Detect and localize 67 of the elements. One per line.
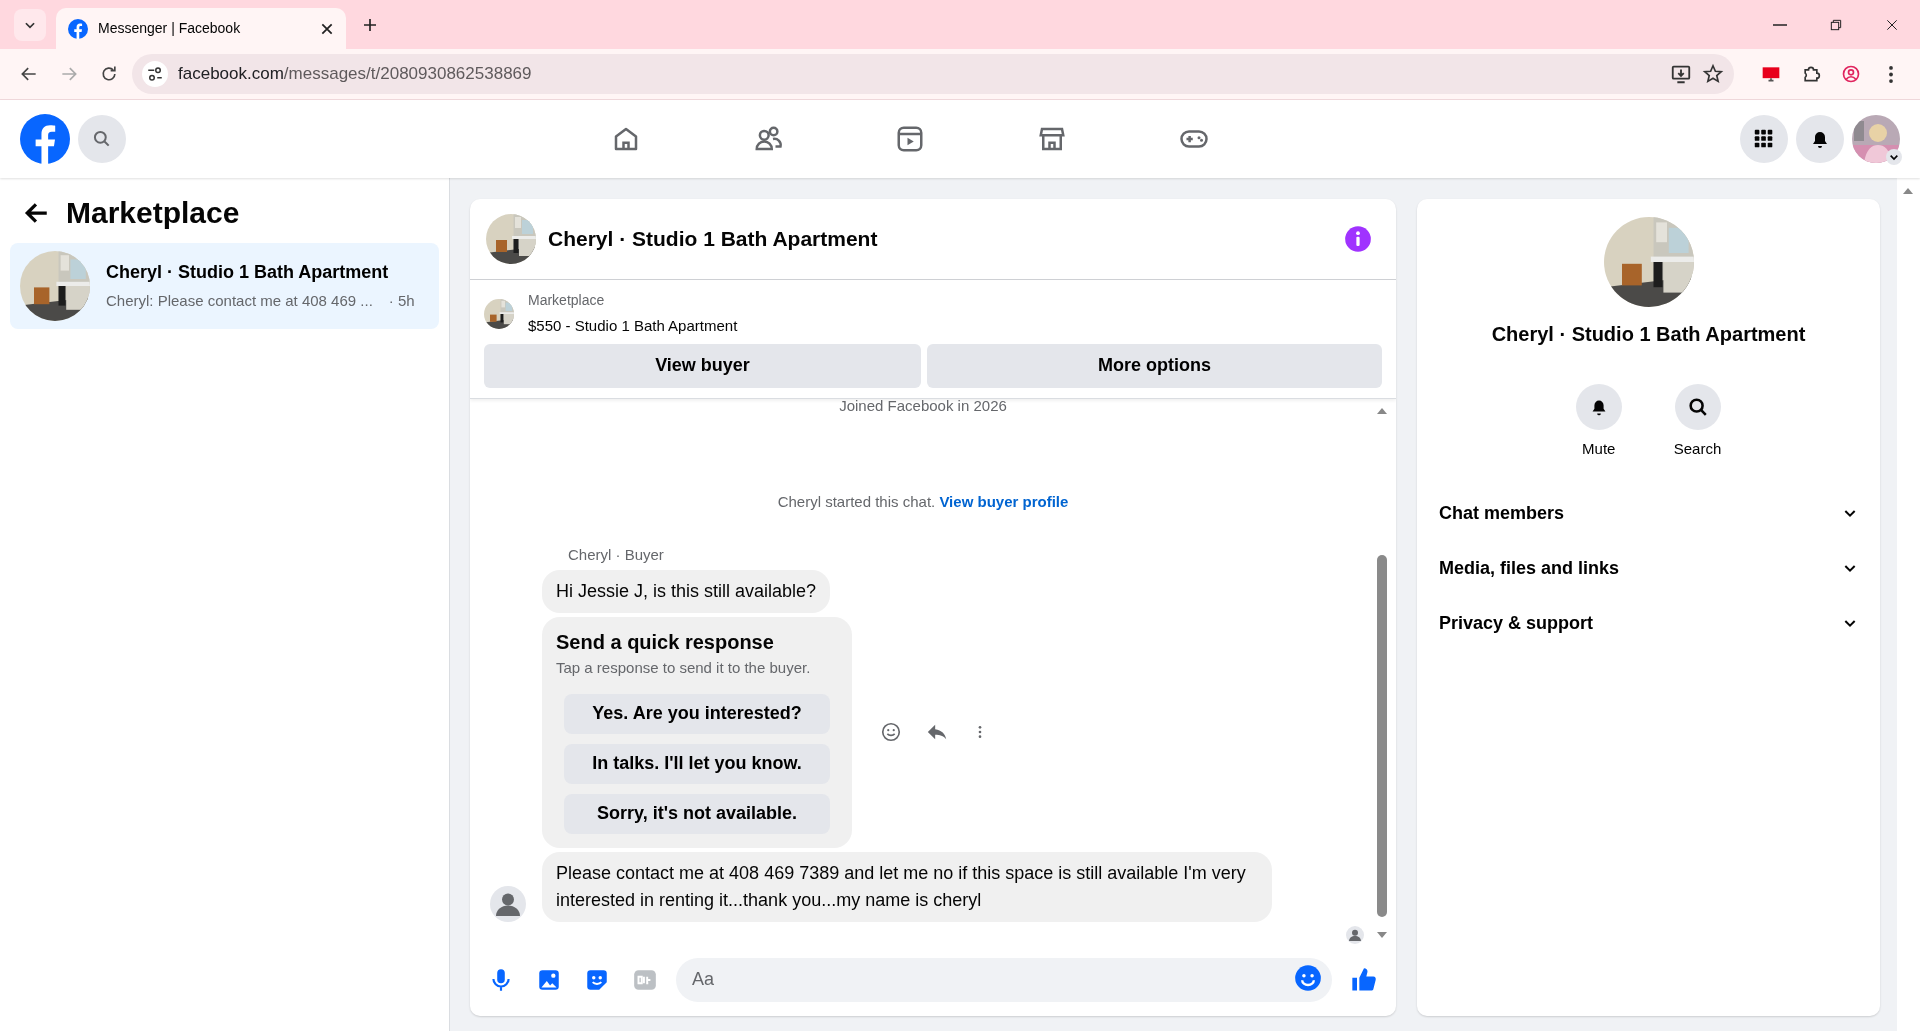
listing-title: $550 - Studio 1 Bath Apartment	[528, 316, 738, 336]
person-circle-icon	[1841, 64, 1861, 84]
close-icon	[320, 21, 334, 36]
view-buyer-profile-link[interactable]: View buyer profile	[939, 493, 1069, 510]
read-receipt-icon	[1346, 925, 1364, 944]
browser-tab[interactable]: Messenger | Facebook	[56, 8, 346, 49]
puzzle-icon	[1801, 64, 1821, 84]
message-input[interactable]: Aa	[676, 957, 1332, 1002]
conversation-title: Cheryl · Studio 1 Bath Apartment	[106, 261, 390, 285]
address-bar[interactable]: facebook.com/messages/t/2080930862538869	[132, 54, 1734, 94]
star-icon	[1702, 63, 1724, 85]
video-play-icon	[895, 124, 925, 154]
card-subtitle: Tap a response to send it to the buyer.	[556, 658, 812, 678]
emoji-button[interactable]	[1294, 963, 1322, 992]
search-icon	[1686, 396, 1709, 418]
conversation-item[interactable]: Cheryl · Studio 1 Bath Apartment Cheryl: Please contact me at 408 469 ... · 5h	[10, 243, 439, 329]
facebook-logo[interactable]	[20, 114, 70, 164]
conversation-title: Cheryl · Studio 1 Bath Apartment	[1491, 322, 1806, 347]
search-button[interactable]	[78, 115, 126, 163]
search-button[interactable]: Search	[1667, 383, 1728, 462]
site-settings-icon	[146, 65, 164, 83]
account-button[interactable]	[1852, 115, 1900, 163]
section-header[interactable]: Media, files and links	[1437, 540, 1860, 596]
message-preview: Cheryl: Please contact me at 408 469 ...	[106, 291, 373, 312]
section-header[interactable]: Chat members	[1437, 485, 1860, 541]
message-bubble: Please contact me at 408 469 7389 and let me no if this space is still available I'm very interested in renting it...thank you...my name is cheryl	[542, 851, 1272, 922]
card-title: Send a quick response	[556, 630, 775, 655]
section-header[interactable]: Privacy & support	[1437, 595, 1860, 651]
quick-reply-button[interactable]: Yes. Are you interested?	[564, 693, 830, 734]
panel-title: Marketplace	[66, 195, 240, 231]
scroll-up-icon	[1376, 407, 1388, 416]
close-tab-button[interactable]	[320, 21, 334, 36]
monitor-icon	[1761, 64, 1781, 84]
info-icon	[1344, 225, 1372, 253]
quick-reply-button[interactable]: In talks. I'll let you know.	[564, 743, 830, 784]
smiley-icon	[1294, 963, 1322, 992]
mute-button[interactable]: Mute	[1569, 383, 1628, 462]
listing-label: Marketplace	[528, 291, 606, 310]
scrollbar-thumb[interactable]	[1377, 554, 1387, 917]
thumbs-up-icon	[1350, 965, 1378, 994]
info-button[interactable]	[1344, 225, 1372, 253]
quick-reply-button[interactable]: Sorry, it's not available.	[564, 793, 830, 834]
scroll-down-icon	[1376, 931, 1388, 940]
message-bubble: Hi Jessie J, is this still available?	[542, 570, 831, 613]
more-options-button[interactable]: More options	[927, 343, 1382, 388]
smiley-icon	[880, 721, 902, 744]
reload-icon	[99, 64, 119, 84]
plus-icon	[362, 16, 378, 33]
facebook-logo-icon	[20, 114, 70, 164]
chat-started-note: Cheryl started this chat. View buyer profile	[777, 492, 1069, 512]
facebook-logo-icon	[68, 18, 88, 39]
avatar-icon	[490, 885, 526, 922]
menu-button[interactable]	[1740, 115, 1788, 163]
tab-title: Messenger | Facebook	[98, 19, 242, 38]
view-buyer-button[interactable]: View buyer	[484, 343, 921, 388]
url-text: facebook.com/messages/t/2080930862538869	[178, 63, 532, 86]
timestamp: · 5h	[388, 291, 415, 312]
joined-note: Joined Facebook in 2026	[839, 398, 1007, 416]
sender-label: Cheryl · Buyer	[568, 544, 664, 565]
search-icon	[92, 129, 112, 149]
chevron-down-icon	[1886, 149, 1902, 165]
kebab-menu-icon	[1889, 65, 1893, 83]
minimize-icon	[1772, 22, 1788, 27]
install-icon	[1670, 63, 1692, 85]
scroll-up-icon	[1902, 186, 1914, 195]
notifications-button[interactable]	[1796, 115, 1844, 163]
chat-title: Cheryl · Studio 1 Bath Apartment	[548, 226, 879, 253]
